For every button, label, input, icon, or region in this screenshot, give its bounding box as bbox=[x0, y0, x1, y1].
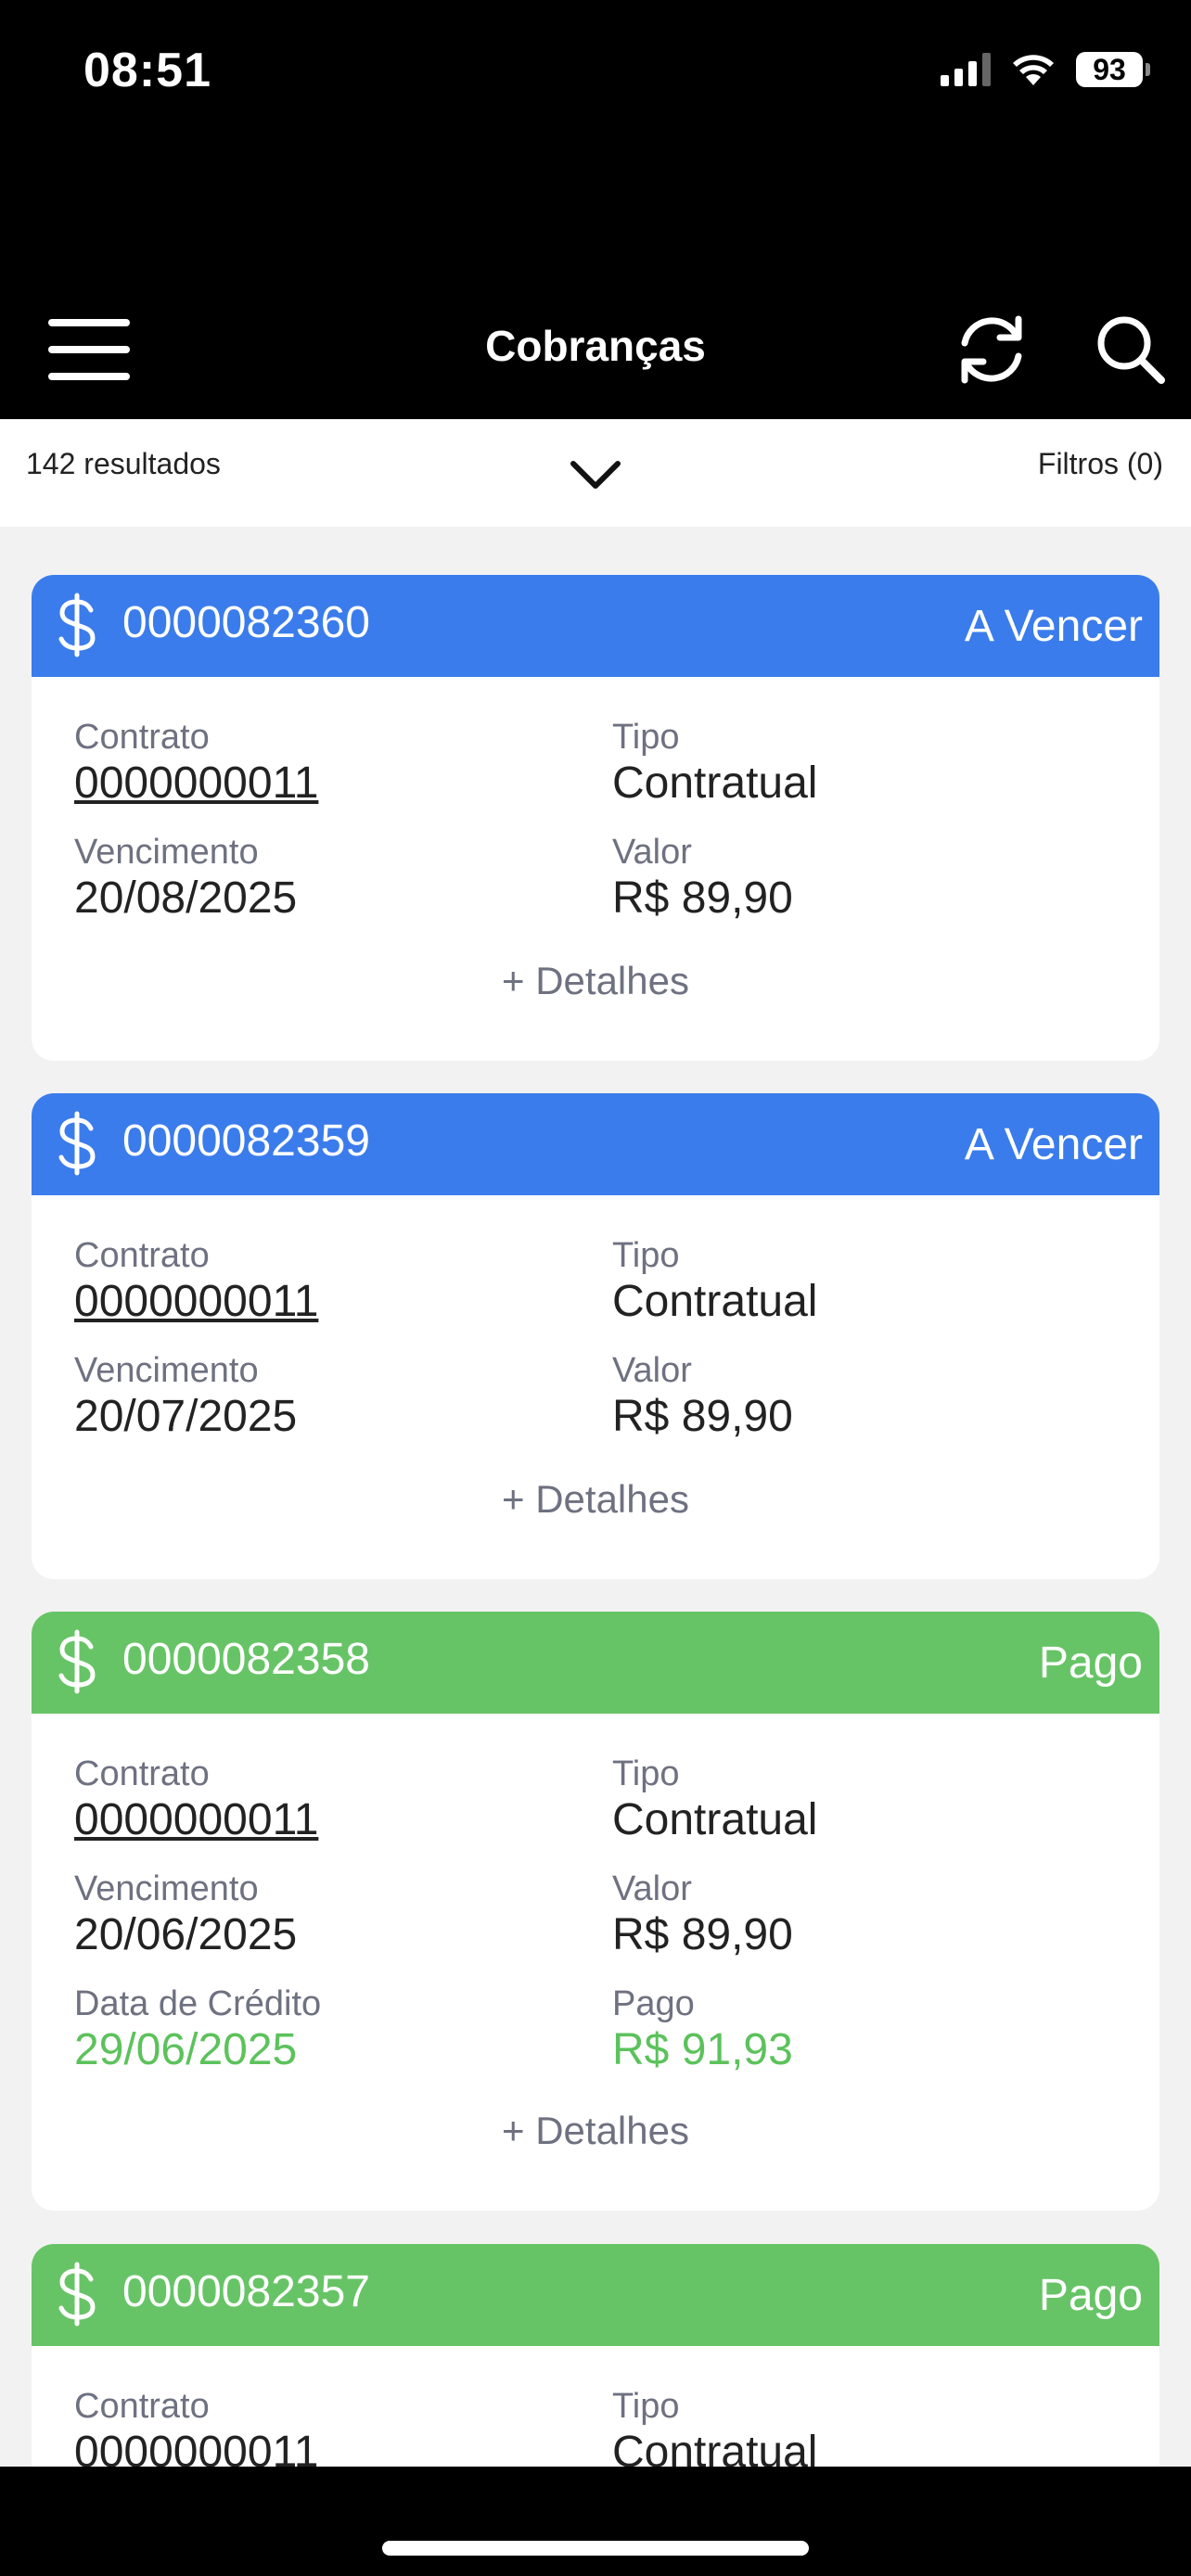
contract-field: Contrato 0000000011 bbox=[74, 716, 318, 809]
amount-value: R$ 89,90 bbox=[612, 874, 793, 923]
status-badge: Pago bbox=[1038, 2271, 1143, 2320]
top-bar: 08:51 93 Cobranças bbox=[0, 0, 1191, 419]
contract-link[interactable]: 0000000011 bbox=[74, 759, 318, 809]
refresh-icon[interactable] bbox=[954, 312, 1030, 388]
amount-field: Valor R$ 89,90 bbox=[612, 831, 793, 924]
contract-field: Contrato 0000000011 bbox=[74, 2385, 318, 2478]
contract-label: Contrato bbox=[74, 1236, 210, 1275]
credit-date-label: Data de Crédito bbox=[74, 1984, 322, 2023]
contract-field: Contrato 0000000011 bbox=[74, 1753, 318, 1845]
amount-value: R$ 89,90 bbox=[612, 1392, 793, 1441]
due-date-field: Vencimento 20/08/2025 bbox=[74, 831, 297, 924]
credit-date-field: Data de Crédito 29/06/2025 bbox=[74, 1983, 321, 2075]
contract-field: Contrato 0000000011 bbox=[74, 1234, 318, 1327]
status-time: 08:51 bbox=[83, 44, 211, 97]
type-field: Tipo Contratual bbox=[612, 1753, 817, 1845]
type-label: Tipo bbox=[612, 1236, 680, 1275]
charge-card: 0000082359 A Vencer Contrato 0000000011 … bbox=[32, 1093, 1159, 1579]
type-label: Tipo bbox=[612, 718, 680, 757]
charge-number: 0000082360 bbox=[122, 598, 370, 647]
charge-card: 0000082360 A Vencer Contrato 0000000011 … bbox=[32, 575, 1159, 1061]
details-button[interactable]: + Detalhes bbox=[32, 2109, 1159, 2153]
due-date-field: Vencimento 20/07/2025 bbox=[74, 1349, 297, 1442]
card-header[interactable]: 0000082359 A Vencer bbox=[32, 1093, 1159, 1195]
amount-label: Valor bbox=[612, 833, 692, 872]
bottom-bar bbox=[0, 2467, 1191, 2576]
results-count: 142 resultados bbox=[26, 447, 221, 480]
amount-field: Valor R$ 89,90 bbox=[612, 1868, 793, 1960]
paid-value: R$ 91,93 bbox=[612, 2025, 793, 2074]
card-header[interactable]: 0000082357 Pago bbox=[32, 2244, 1159, 2346]
chevron-down-icon[interactable] bbox=[568, 456, 623, 493]
charge-number: 0000082357 bbox=[122, 2267, 370, 2316]
home-indicator[interactable] bbox=[382, 2541, 809, 2556]
type-value: Contratual bbox=[612, 1277, 818, 1326]
results-bar: 142 resultados Filtros (0) bbox=[0, 419, 1191, 527]
type-value: Contratual bbox=[612, 1795, 818, 1844]
type-label: Tipo bbox=[612, 2387, 680, 2426]
contract-label: Contrato bbox=[74, 2387, 210, 2426]
cellular-signal-icon bbox=[941, 53, 991, 86]
due-date-label: Vencimento bbox=[74, 833, 259, 872]
battery-icon: 93 bbox=[1076, 52, 1150, 87]
credit-date-value: 29/06/2025 bbox=[74, 2025, 298, 2074]
due-date-value: 20/08/2025 bbox=[74, 874, 298, 923]
contract-link[interactable]: 0000000011 bbox=[74, 1277, 318, 1327]
paid-label: Pago bbox=[612, 1984, 695, 2023]
charge-card: 0000082358 Pago Contrato 0000000011 Tipo… bbox=[32, 1612, 1159, 2211]
type-field: Tipo Contratual bbox=[612, 1234, 817, 1327]
status-badge: Pago bbox=[1038, 1639, 1143, 1688]
dollar-icon bbox=[58, 1111, 96, 1176]
status-icons: 93 bbox=[941, 52, 1150, 87]
type-field: Tipo Contratual bbox=[612, 2385, 817, 2478]
card-header[interactable]: 0000082360 A Vencer bbox=[32, 575, 1159, 677]
screen: 08:51 93 Cobranças 142 resultados Filtro… bbox=[0, 0, 1191, 2576]
search-icon[interactable] bbox=[1093, 312, 1167, 386]
amount-value: R$ 89,90 bbox=[612, 1910, 793, 1959]
status-badge: A Vencer bbox=[964, 602, 1143, 651]
amount-field: Valor R$ 89,90 bbox=[612, 1349, 793, 1442]
due-date-label: Vencimento bbox=[74, 1351, 259, 1390]
dollar-icon bbox=[58, 593, 96, 657]
amount-label: Valor bbox=[612, 1869, 692, 1908]
contract-link[interactable]: 0000000011 bbox=[74, 1795, 318, 1845]
contract-label: Contrato bbox=[74, 1754, 210, 1793]
amount-label: Valor bbox=[612, 1351, 692, 1390]
dollar-icon bbox=[58, 1629, 96, 1694]
wifi-icon bbox=[1013, 55, 1054, 85]
due-date-label: Vencimento bbox=[74, 1869, 259, 1908]
contract-label: Contrato bbox=[74, 718, 210, 757]
paid-field: Pago R$ 91,93 bbox=[612, 1983, 793, 2075]
details-button[interactable]: + Detalhes bbox=[32, 959, 1159, 1003]
due-date-value: 20/06/2025 bbox=[74, 1910, 298, 1959]
due-date-value: 20/07/2025 bbox=[74, 1392, 298, 1441]
charge-number: 0000082358 bbox=[122, 1635, 370, 1684]
type-label: Tipo bbox=[612, 1754, 680, 1793]
dollar-icon bbox=[58, 2262, 96, 2327]
type-field: Tipo Contratual bbox=[612, 716, 817, 809]
details-button[interactable]: + Detalhes bbox=[32, 1477, 1159, 1522]
filters-button[interactable]: Filtros (0) bbox=[1038, 447, 1163, 481]
battery-level: 93 bbox=[1093, 52, 1126, 86]
charge-number: 0000082359 bbox=[122, 1116, 370, 1166]
card-header[interactable]: 0000082358 Pago bbox=[32, 1612, 1159, 1714]
status-badge: A Vencer bbox=[964, 1120, 1143, 1169]
type-value: Contratual bbox=[612, 759, 818, 808]
due-date-field: Vencimento 20/06/2025 bbox=[74, 1868, 297, 1960]
